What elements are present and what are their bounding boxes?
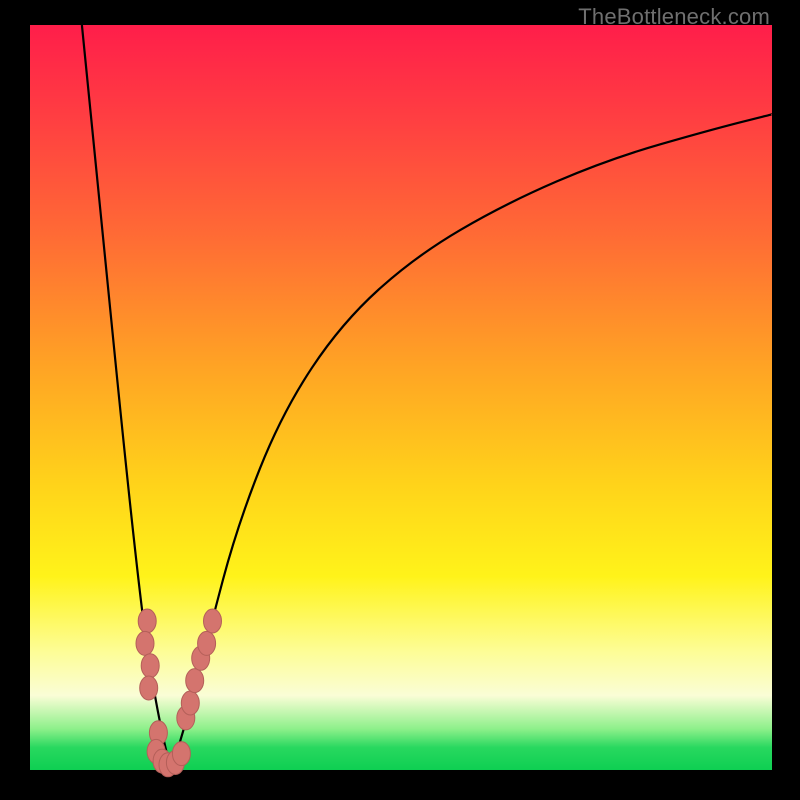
chart-svg: [30, 25, 772, 770]
samples-right: [177, 609, 222, 730]
sample-dot: [186, 669, 204, 693]
sample-dot: [172, 742, 190, 766]
sample-dot: [204, 609, 222, 633]
sample-dot: [136, 631, 154, 655]
samples-left: [136, 609, 167, 763]
sample-dot: [198, 631, 216, 655]
sample-dot: [138, 609, 156, 633]
chart-frame: TheBottleneck.com: [0, 0, 800, 800]
watermark-text: TheBottleneck.com: [578, 4, 770, 30]
sample-dot: [140, 676, 158, 700]
sample-dot: [141, 654, 159, 678]
curve-right: [171, 114, 772, 770]
sample-dot: [181, 691, 199, 715]
